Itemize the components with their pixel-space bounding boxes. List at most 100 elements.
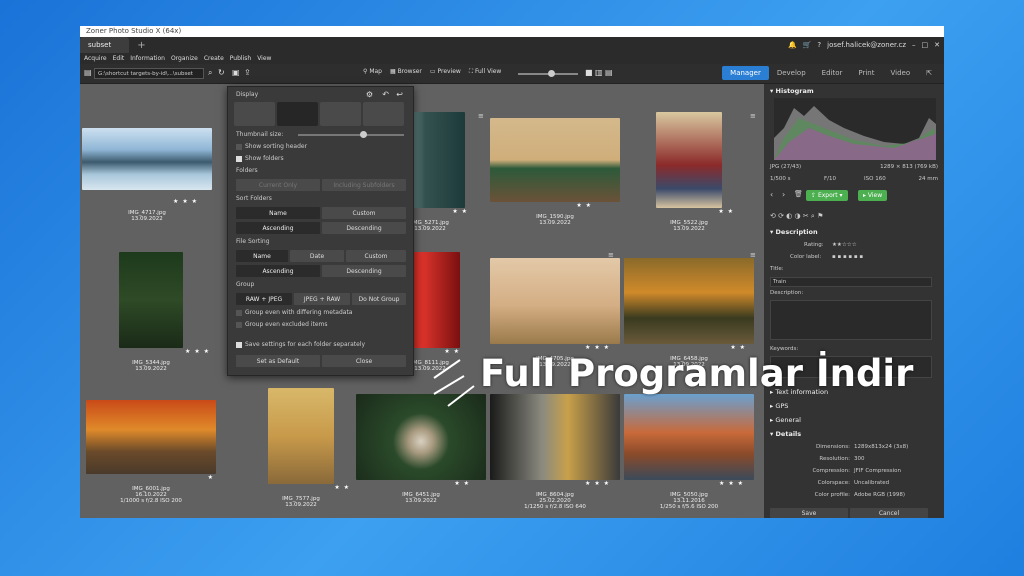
thumbnail-item[interactable]: ★ ★ ★ IMG_8604.jpg 25.02.2020 1/1250 s f… (490, 394, 620, 510)
cart-icon[interactable]: 🛒 (803, 41, 812, 49)
thumbnail-image (268, 388, 334, 484)
list-view-icon[interactable]: ▥ (595, 68, 603, 77)
close-button[interactable]: Close (322, 355, 406, 367)
file-sort-custom-dropdown[interactable]: Custom (346, 250, 406, 262)
map-button[interactable]: ⚲ Map (363, 68, 382, 76)
file-sort-name-button[interactable]: Name (236, 250, 288, 262)
gps-header[interactable]: ▸ GPS (770, 402, 788, 410)
add-tab-button[interactable]: + (129, 37, 153, 53)
menu-organize[interactable]: Organize (171, 53, 198, 64)
group-excluded-checkbox[interactable]: Group even excluded items (236, 321, 328, 328)
cancel-button[interactable]: Cancel (850, 508, 928, 518)
account-email[interactable]: josef.halicek@zoner.cz (827, 41, 906, 49)
do-not-group-button[interactable]: Do Not Group (352, 293, 406, 305)
refresh-icon[interactable]: ↻ (218, 68, 225, 77)
path-input[interactable]: G:\shortcut targets-by-id\...\subset (94, 68, 204, 79)
zoom-slider[interactable] (518, 70, 578, 77)
group-raw-jpeg-button[interactable]: RAW + JPEG (236, 293, 292, 305)
mode-video[interactable]: Video (883, 66, 919, 80)
undo-icon[interactable]: ↶ (382, 90, 389, 99)
tab-label: subset (88, 41, 112, 49)
maximize-icon[interactable]: □ (922, 41, 929, 49)
item-menu-icon[interactable]: ≡ (608, 251, 614, 259)
close-icon[interactable]: ✕ (934, 41, 940, 49)
thumbnail-size-knob[interactable] (360, 131, 367, 138)
thumbnail-item[interactable]: ★ ★ ★ IMG_5050.jpg 13.11.2016 1/250 s f/… (624, 394, 754, 510)
item-menu-icon[interactable]: ≡ (478, 112, 484, 120)
description-input[interactable] (770, 300, 932, 340)
menu-view[interactable]: View (257, 53, 271, 64)
details-header[interactable]: ▾ Details (770, 430, 801, 438)
thumbnail-item[interactable]: ★ ★ IMG_5522.jpg 13.09.2022 (624, 112, 754, 232)
search-icon[interactable]: ⌕ (208, 68, 212, 78)
edit-tools-row[interactable]: ⟲ ⟳ ◐ ◑ ✂ ⌕ ⚑ (770, 212, 823, 221)
sort-folders-ascending-button[interactable]: Ascending (236, 222, 320, 234)
detail-view-icon[interactable]: ▤ (605, 68, 613, 77)
layout-thumbnail-icon[interactable] (234, 102, 275, 126)
color-label-picker[interactable]: ▪ ▪ ▪ ▪ ▪ ▪ (832, 254, 863, 260)
thumbnail-size-label: Thumbnail size: (236, 131, 284, 138)
display-icon[interactable]: ▣ (232, 68, 240, 77)
grid-view-icon[interactable]: ■ (585, 68, 593, 77)
save-button[interactable]: Save (770, 508, 848, 518)
save-settings-checkbox[interactable]: Save settings for each folder separately (236, 341, 365, 348)
next-icon[interactable]: › (782, 190, 785, 199)
mode-print[interactable]: Print (850, 66, 882, 80)
mode-editor[interactable]: Editor (814, 66, 851, 80)
show-folders-checkbox[interactable]: Show folders (236, 155, 284, 162)
menu-create[interactable]: Create (204, 53, 224, 64)
menu-acquire[interactable]: Acquire (84, 53, 107, 64)
item-menu-icon[interactable]: ≡ (750, 112, 756, 120)
external-icon[interactable]: ⇱ (918, 66, 940, 80)
layout-side-info-icon[interactable] (320, 102, 361, 126)
including-subfolders-button[interactable]: Including Subfolders (322, 179, 406, 191)
thumbnail-item[interactable]: ★ ★ IMG_6451.jpg 13.09.2022 (356, 394, 486, 504)
thumbnail-size-slider[interactable] (298, 131, 404, 138)
fullview-button[interactable]: ⛶ Full View (469, 68, 502, 76)
set-default-button[interactable]: Set as Default (236, 355, 320, 367)
bell-icon[interactable]: 🔔 (788, 41, 797, 49)
thumbnail-item[interactable]: ★ IMG_6001.jpg 16.10.2022 1/1000 s f/2.8… (86, 400, 216, 504)
thumbnail-item[interactable]: ★ ★ ★ IMG_5344.jpg 13.09.2022 (86, 252, 216, 372)
thumbnail-item[interactable]: ★ ★ IMG_1590.jpg 13.09.2022 (490, 118, 620, 226)
prev-icon[interactable]: ‹ (770, 190, 773, 199)
back-icon[interactable]: ↩ (396, 90, 403, 99)
trash-icon[interactable]: 🗑 (794, 190, 803, 198)
rating-stars[interactable]: ★★☆☆☆ (832, 242, 857, 248)
item-menu-icon[interactable]: ≡ (750, 251, 756, 259)
group-jpeg-raw-button[interactable]: JPEG + RAW (294, 293, 350, 305)
menu-information[interactable]: Information (130, 53, 165, 64)
import-icon[interactable]: ⇪ (244, 68, 251, 77)
layout-list-icon[interactable] (363, 102, 404, 126)
title-input[interactable]: Train (770, 277, 932, 287)
preview-button[interactable]: ▭ Preview (430, 68, 461, 76)
view-button[interactable]: ▸ View (858, 190, 888, 201)
help-icon[interactable]: ? (817, 41, 821, 49)
mode-manager[interactable]: Manager (722, 66, 769, 80)
description-header[interactable]: ▾ Description (770, 228, 818, 236)
browser-button[interactable]: ▦ Browser (390, 68, 422, 76)
tab-subset[interactable]: subset (80, 37, 130, 53)
layout-thumbnail-caption-icon[interactable] (277, 102, 318, 126)
sort-folders-custom-button[interactable]: Custom (322, 207, 406, 219)
thumbnail-item[interactable]: ★ ★ ★ IMG_4717.jpg 13.09.2022 (82, 128, 212, 222)
histogram-header[interactable]: ▾ Histogram (770, 87, 814, 95)
thumbnail-item[interactable]: ★ ★ IMG_7577.jpg 13.09.2022 (236, 388, 366, 508)
minimize-icon[interactable]: – (912, 41, 916, 49)
group-metadata-checkbox[interactable]: Group even with differing metadata (236, 309, 353, 316)
show-sorting-header-checkbox[interactable]: Show sorting header (236, 143, 307, 150)
file-sort-ascending-button[interactable]: Ascending (236, 265, 320, 277)
current-only-button[interactable]: Current Only (236, 179, 320, 191)
sort-folders-descending-button[interactable]: Descending (322, 222, 406, 234)
zoom-slider-knob[interactable] (548, 70, 555, 77)
file-sort-date-button[interactable]: Date (290, 250, 344, 262)
gear-icon[interactable]: ⚙ (366, 90, 373, 99)
sort-folders-name-button[interactable]: Name (236, 207, 320, 219)
file-sort-descending-button[interactable]: Descending (322, 265, 406, 277)
folder-icon[interactable]: ▤ (84, 68, 92, 77)
menu-edit[interactable]: Edit (113, 53, 125, 64)
general-header[interactable]: ▸ General (770, 416, 801, 424)
menu-publish[interactable]: Publish (230, 53, 251, 64)
mode-develop[interactable]: Develop (769, 66, 814, 80)
export-button[interactable]: ⇪ Export ▾ (806, 190, 848, 201)
